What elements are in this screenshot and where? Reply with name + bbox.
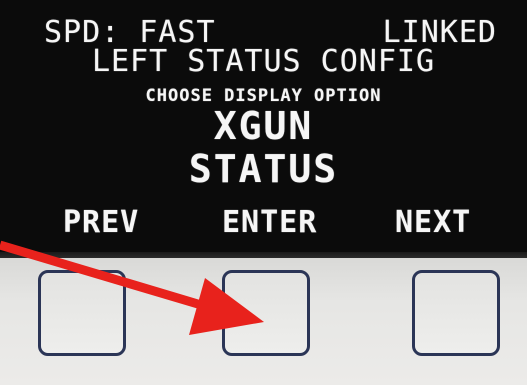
keypad-panel [0,258,527,385]
menu-title: LEFT STATUS CONFIG [91,44,436,79]
device-photo: SPD: FAST LINKED LEFT STATUS CONFIG CHOO… [0,0,527,385]
oled-display: SPD: FAST LINKED LEFT STATUS CONFIG CHOO… [0,0,527,258]
next-key[interactable] [412,270,500,356]
softkey-label-enter: ENTER [222,205,318,240]
softkey-label-prev: PREV [63,205,140,240]
selected-option-line2: STATUS [188,147,339,191]
enter-key[interactable] [222,270,310,356]
prev-key[interactable] [38,270,126,356]
menu-prompt: CHOOSE DISPLAY OPTION [145,86,382,106]
softkey-label-next: NEXT [395,205,472,240]
selected-option-line1: XGUN [213,104,314,148]
